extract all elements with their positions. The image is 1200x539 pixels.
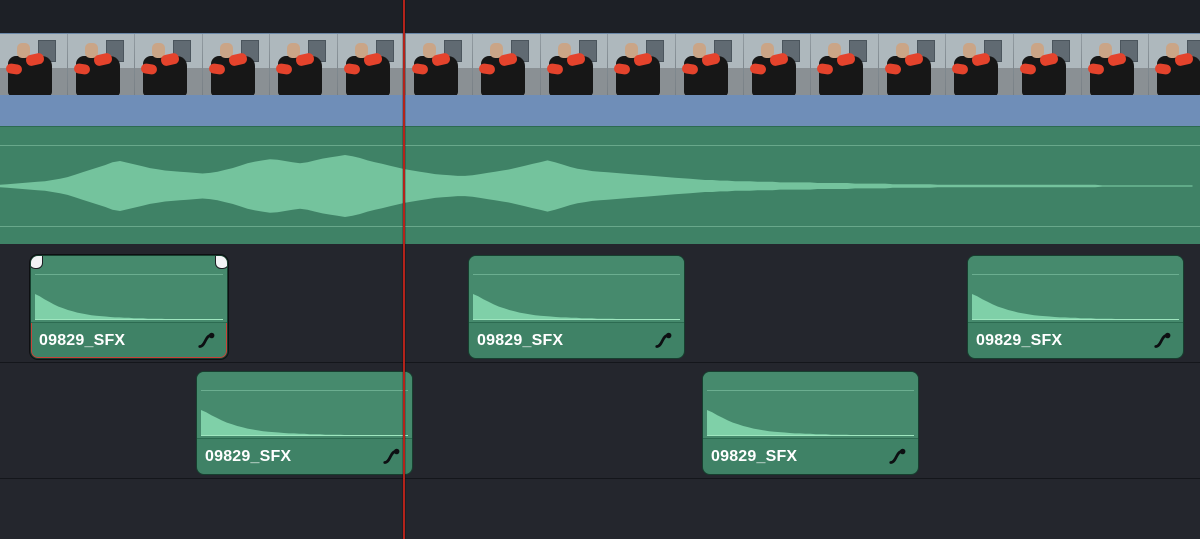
- video-track[interactable]: [0, 33, 1200, 97]
- audio-clip-sfx[interactable]: 09829_SFX: [30, 255, 228, 359]
- clip-waveform: [35, 294, 223, 320]
- clip-waveform-area: [31, 256, 227, 323]
- clip-label: 09829_SFX: [711, 448, 797, 466]
- clip-waveform-area: [197, 372, 412, 439]
- clip-waveform-area: [469, 256, 684, 323]
- clip-level-line: [473, 274, 680, 275]
- video-thumbnail: [135, 34, 203, 96]
- audio-curve-icon[interactable]: [654, 330, 676, 352]
- audio-tracks-area[interactable]: 09829_SFX 09829_SFX 09829_SFX 09829_SFX 0982…: [0, 244, 1200, 539]
- video-thumbnail: [1014, 34, 1082, 96]
- clip-trim-handle-left[interactable]: [30, 255, 43, 269]
- video-thumbnail: [879, 34, 947, 96]
- audio-curve-icon[interactable]: [888, 446, 910, 468]
- timeline[interactable]: 09829_SFX 09829_SFX 09829_SFX 09829_SFX 0982…: [0, 0, 1200, 539]
- video-thumbnail: [744, 34, 812, 96]
- clip-label: 09829_SFX: [205, 448, 291, 466]
- timecode-ruler[interactable]: [0, 0, 1200, 34]
- clip-waveform: [707, 410, 914, 436]
- clip-waveform: [972, 294, 1179, 320]
- track-divider: [0, 478, 1200, 479]
- audio-clip-sfx[interactable]: 09829_SFX: [468, 255, 685, 359]
- clip-trim-handle-right[interactable]: [215, 255, 228, 269]
- video-thumbnail: [270, 34, 338, 96]
- video-thumbnail: [676, 34, 744, 96]
- video-thumbnail: [68, 34, 136, 96]
- video-thumbnail: [203, 34, 271, 96]
- clip-label: 09829_SFX: [477, 332, 563, 350]
- clip-level-line: [201, 390, 408, 391]
- audio-level-line: [0, 145, 1200, 146]
- track-divider: [0, 362, 1200, 363]
- audio-curve-icon[interactable]: [382, 446, 404, 468]
- audio-clip-sfx[interactable]: 09829_SFX: [702, 371, 919, 475]
- video-thumbnail: [608, 34, 676, 96]
- audio-clip-sfx[interactable]: 09829_SFX: [967, 255, 1184, 359]
- audio-curve-icon[interactable]: [197, 330, 219, 352]
- video-thumbnail: [338, 34, 406, 96]
- video-thumbnail: [0, 34, 68, 96]
- clip-waveform: [201, 410, 408, 436]
- clip-waveform: [473, 294, 680, 320]
- video-clip-bar[interactable]: [0, 95, 1200, 127]
- audio-clip-sfx[interactable]: 09829_SFX: [196, 371, 413, 475]
- video-thumbnail: [541, 34, 609, 96]
- clip-label: 09829_SFX: [39, 332, 125, 350]
- clip-waveform-area: [703, 372, 918, 439]
- video-thumbnail: [811, 34, 879, 96]
- clip-waveform-area: [968, 256, 1183, 323]
- audio-curve-icon[interactable]: [1153, 330, 1175, 352]
- video-thumbnail: [1149, 34, 1200, 96]
- waveform-main: [0, 155, 1200, 217]
- clip-level-line: [707, 390, 914, 391]
- clip-level-line: [35, 274, 223, 275]
- video-thumbnail: [406, 34, 474, 96]
- video-thumbnail: [946, 34, 1014, 96]
- clip-label: 09829_SFX: [976, 332, 1062, 350]
- audio-level-line: [0, 226, 1200, 227]
- video-thumbnail: [473, 34, 541, 96]
- audio-track-main[interactable]: [0, 126, 1200, 246]
- video-thumbnail: [1082, 34, 1150, 96]
- clip-level-line: [972, 274, 1179, 275]
